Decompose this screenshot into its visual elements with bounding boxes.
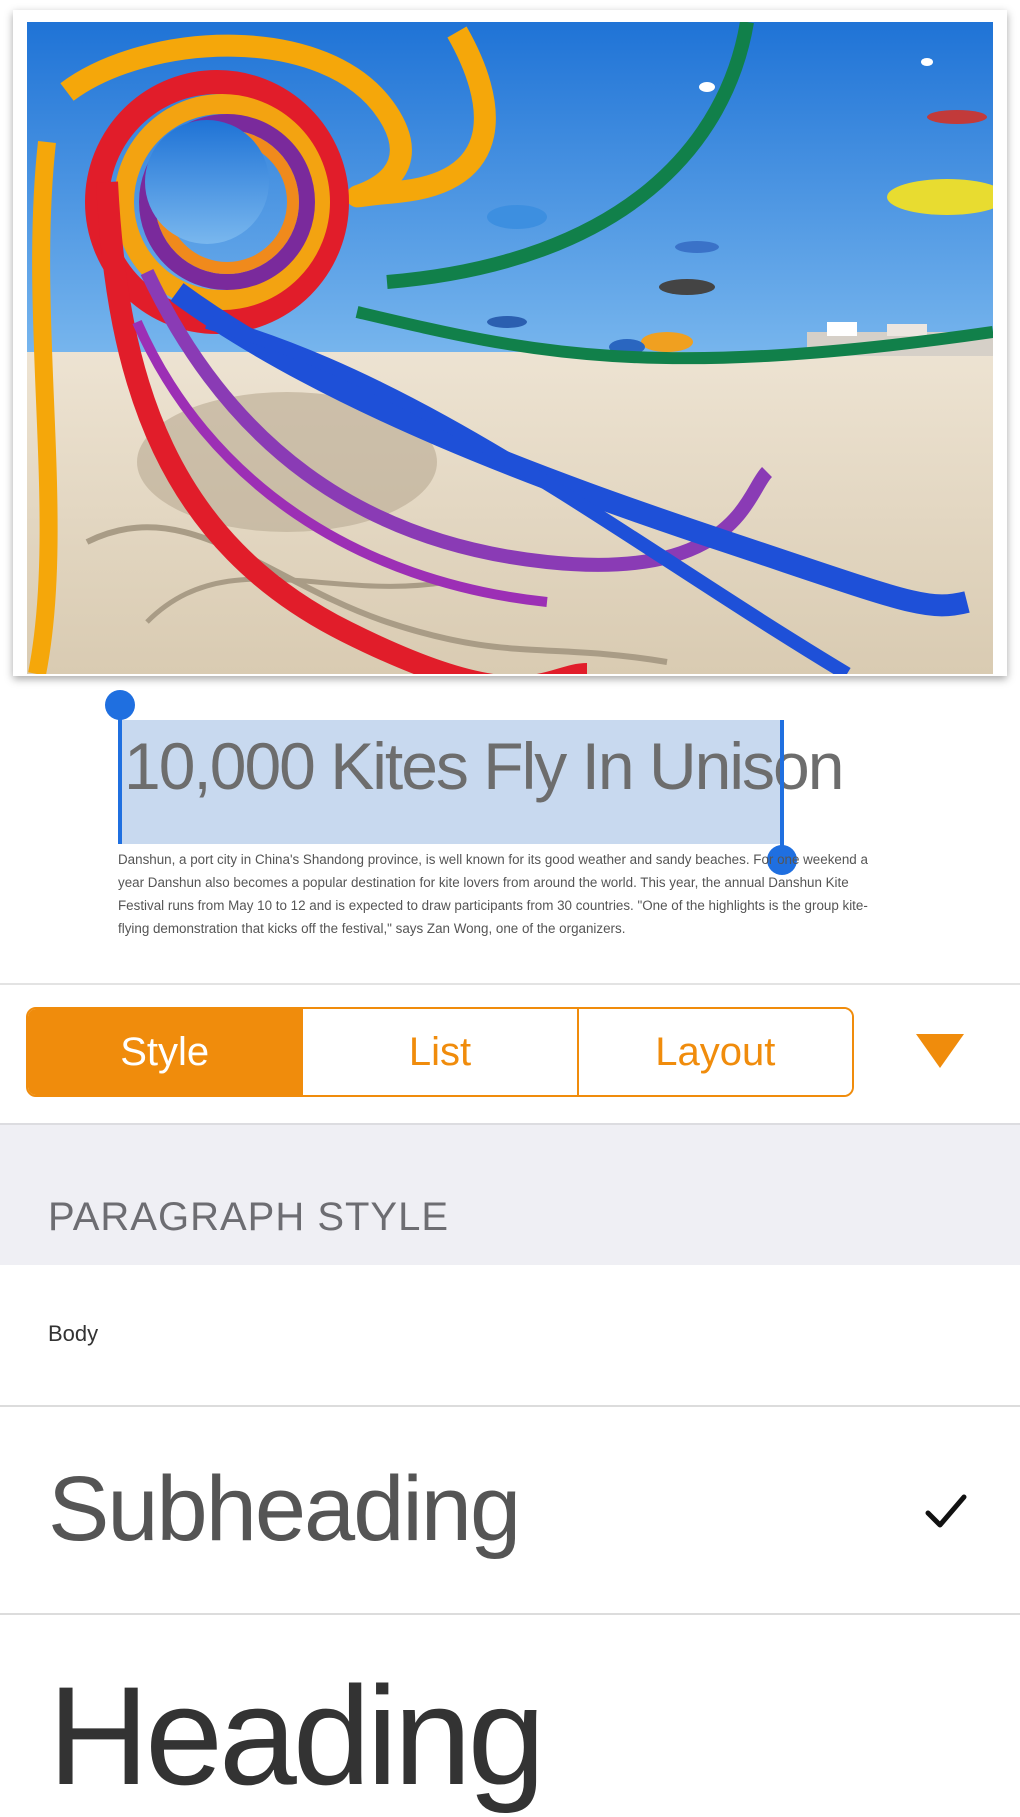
paragraph-style-header-label: PARAGRAPH STYLE [48,1195,450,1239]
document-canvas[interactable]: 10,000 Kites Fly In Unison Danshun, a po… [0,0,1020,985]
toolbar-top-divider [0,983,1020,985]
tab-layout[interactable]: Layout [576,1009,852,1095]
selection-start-caret [118,704,122,844]
kite-photo-illustration [27,22,993,674]
tab-style[interactable]: Style [28,1009,302,1095]
style-option-body-label: Body [48,1321,99,1346]
triangle-down-icon[interactable] [912,1028,968,1072]
document-body-text[interactable]: Danshun, a port city in China's Shandong… [118,848,888,940]
style-option-heading[interactable]: Heading [0,1615,1020,1814]
style-option-subheading-label: Subheading [48,1458,521,1560]
format-tab-control[interactable]: Style List Layout [26,1007,854,1097]
document-title[interactable]: 10,000 Kites Fly In Unison [124,728,844,804]
checkmark-icon [925,1494,967,1528]
selection-end-caret [780,720,784,852]
paragraph-style-header: PARAGRAPH STYLE [0,1123,1020,1265]
photo-frame[interactable] [13,10,1007,676]
style-option-body[interactable]: Body [0,1265,1020,1405]
kite-festival-photo[interactable] [27,22,993,674]
tab-list[interactable]: List [301,1009,577,1095]
style-option-subheading[interactable]: Subheading [0,1407,1020,1613]
style-option-heading-label: Heading [48,1657,546,1814]
